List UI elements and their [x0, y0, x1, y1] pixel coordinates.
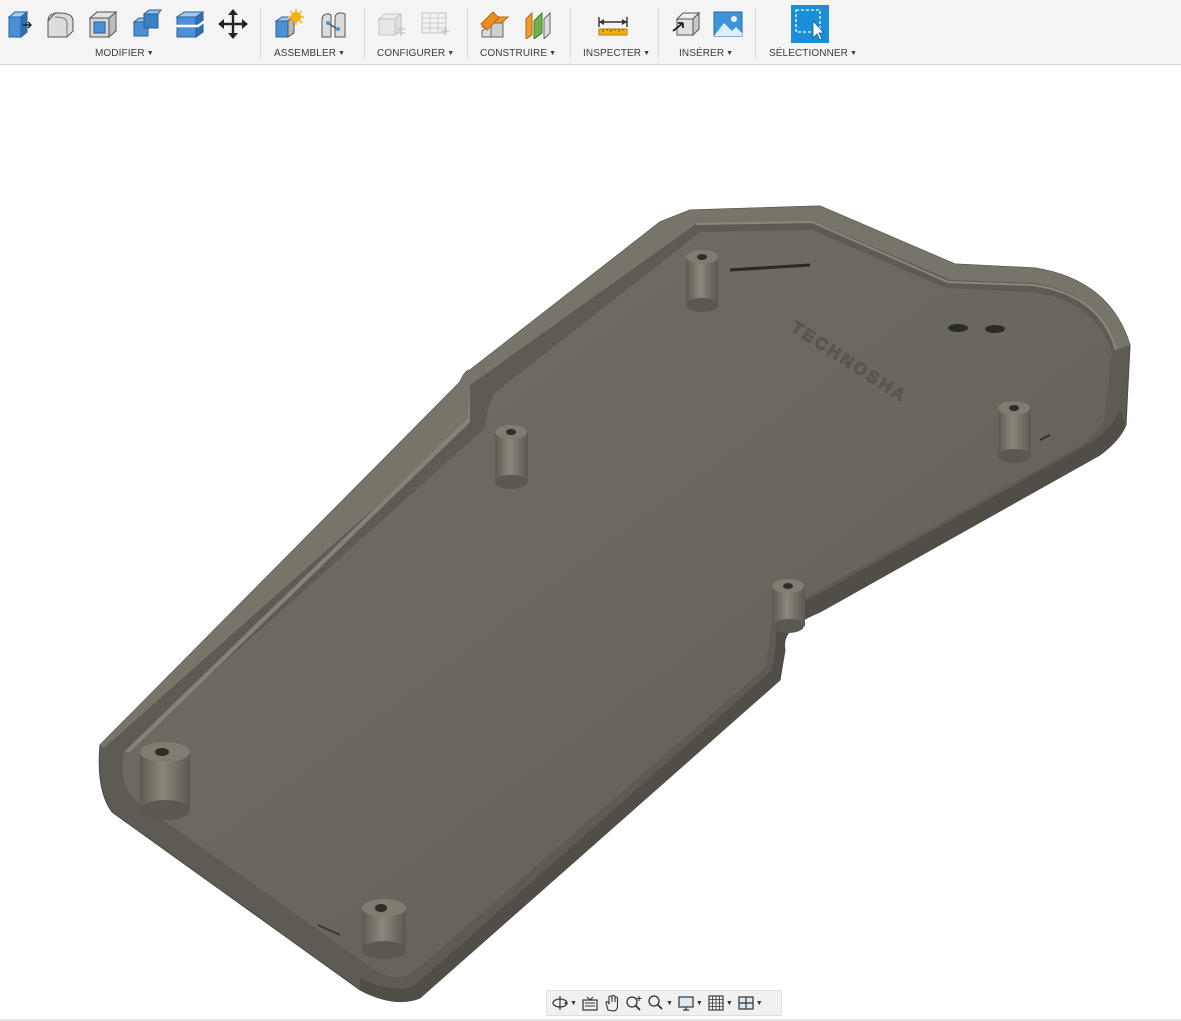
- group-selectionner: SÉLECTIONNER ▼: [757, 0, 867, 64]
- viewports-icon: [738, 996, 754, 1010]
- group-label-text: INSPECTER: [583, 48, 642, 59]
- group-label-inserer[interactable]: INSÉRER ▼: [679, 48, 733, 59]
- press-pull-button[interactable]: [3, 6, 37, 42]
- caret-down-icon: ▼: [665, 999, 673, 1007]
- group-label-text: ASSEMBLER: [274, 48, 337, 59]
- midplane-icon: [525, 11, 551, 39]
- group-inspecter: INSPECTER ▼: [572, 0, 658, 64]
- divider: [467, 8, 468, 58]
- viewports-button[interactable]: ▼: [737, 992, 763, 1014]
- combine-icon: [132, 9, 162, 37]
- split-face-button[interactable]: [173, 6, 207, 42]
- orbit-icon: [552, 996, 568, 1010]
- zoom-window-icon: [626, 996, 642, 1011]
- display-settings-icon: [678, 996, 694, 1011]
- grid-settings-button[interactable]: ▼: [707, 992, 733, 1014]
- configure-model-icon: [377, 12, 405, 37]
- caret-down-icon: ▼: [146, 50, 154, 57]
- caret-down-icon: ▼: [726, 50, 734, 57]
- select-icon: [795, 9, 825, 41]
- screw-post[interactable]: [362, 899, 406, 959]
- zoom-window-button[interactable]: [625, 992, 643, 1014]
- group-construire: CONSTRUIRE ▼: [469, 0, 569, 64]
- group-label-selectionner[interactable]: SÉLECTIONNER ▼: [769, 48, 857, 59]
- configuration-table-button[interactable]: [418, 6, 452, 42]
- insert-image-icon: [713, 11, 743, 37]
- group-label-construire[interactable]: CONSTRUIRE ▼: [480, 48, 556, 59]
- group-label-modifier[interactable]: MODIFIER ▼: [95, 48, 154, 59]
- new-component-button[interactable]: [272, 6, 306, 42]
- divider: [755, 8, 756, 58]
- fillet-icon: [47, 12, 74, 38]
- split-face-icon: [175, 11, 206, 38]
- shell-icon: [88, 10, 118, 39]
- move-button[interactable]: [216, 6, 250, 42]
- measure-button[interactable]: [596, 6, 630, 42]
- fillet-button[interactable]: [44, 6, 78, 42]
- caret-down-icon: ▼: [643, 50, 651, 57]
- screw-post[interactable]: [772, 579, 805, 633]
- midplane-button[interactable]: [522, 6, 556, 42]
- joint-button[interactable]: [316, 6, 350, 42]
- display-settings-button[interactable]: ▼: [677, 992, 703, 1014]
- divider: [260, 8, 261, 58]
- group-label-configurer[interactable]: CONFIGURER ▼: [377, 48, 454, 59]
- move-icon: [218, 9, 248, 39]
- pan-icon: [605, 994, 618, 1012]
- caret-down-icon: ▼: [850, 50, 858, 57]
- group-label-text: SÉLECTIONNER: [769, 48, 848, 59]
- new-component-icon: [274, 9, 304, 38]
- screw-post[interactable]: [998, 401, 1031, 463]
- joint-icon: [321, 12, 346, 38]
- shell-button[interactable]: [86, 6, 120, 42]
- offset-plane-icon: [480, 11, 510, 38]
- group-configurer: CONFIGURER ▼: [366, 0, 466, 64]
- group-label-inspecter[interactable]: INSPECTER ▼: [583, 48, 650, 59]
- 3d-viewport[interactable]: TECHNOSHA: [0, 65, 1181, 1019]
- caret-down-icon: ▼: [695, 999, 703, 1007]
- caret-down-icon: ▼: [338, 50, 346, 57]
- configure-model-button[interactable]: [374, 6, 408, 42]
- orbit-button[interactable]: ▼: [551, 992, 577, 1014]
- grid-settings-icon: [708, 995, 724, 1011]
- group-label-text: MODIFIER: [95, 48, 145, 59]
- divider: [658, 8, 659, 58]
- caret-down-icon: ▼: [725, 999, 733, 1007]
- zoom-fit-button[interactable]: ▼: [647, 992, 673, 1014]
- insert-derive-icon: [672, 11, 701, 37]
- combine-button[interactable]: [130, 6, 164, 42]
- offset-plane-button[interactable]: [478, 6, 512, 42]
- group-inserer: INSÉRER ▼: [660, 0, 754, 64]
- configuration-table-icon: [421, 12, 449, 35]
- ribbon-toolbar: MODIFIER ▼ ASSEMBLER ▼ CONFIGURER ▼ CONS…: [0, 0, 1181, 65]
- screw-post[interactable]: [495, 425, 528, 489]
- caret-down-icon: ▼: [755, 999, 763, 1007]
- divider: [570, 8, 571, 58]
- divider: [364, 8, 365, 58]
- zoom-fit-icon: [648, 995, 663, 1010]
- select-button[interactable]: [791, 5, 829, 43]
- measure-icon: [598, 17, 628, 36]
- model-render: TECHNOSHA: [98, 205, 1131, 1003]
- press-pull-icon: [7, 10, 32, 39]
- enclosure-shell[interactable]: [98, 205, 1131, 1003]
- group-label-text: INSÉRER: [679, 48, 725, 59]
- pan-button[interactable]: [603, 992, 621, 1014]
- group-label-text: CONFIGURER: [377, 48, 446, 59]
- group-label-text: CONSTRUIRE: [480, 48, 548, 59]
- caret-down-icon: ▼: [447, 50, 455, 57]
- screw-post[interactable]: [140, 742, 190, 820]
- insert-derive-button[interactable]: [670, 6, 704, 42]
- look-at-button[interactable]: [581, 992, 599, 1014]
- navigation-bar: ▼ ▼ ▼ ▼ ▼: [546, 990, 782, 1016]
- screw-post[interactable]: [686, 250, 718, 312]
- look-at-icon: [582, 996, 598, 1011]
- insert-image-button[interactable]: [711, 6, 745, 42]
- group-assembler: ASSEMBLER ▼: [262, 0, 362, 64]
- caret-down-icon: ▼: [570, 999, 577, 1007]
- group-label-assembler[interactable]: ASSEMBLER ▼: [274, 48, 345, 59]
- group-modifier: MODIFIER ▼: [0, 0, 258, 64]
- caret-down-icon: ▼: [549, 50, 557, 57]
